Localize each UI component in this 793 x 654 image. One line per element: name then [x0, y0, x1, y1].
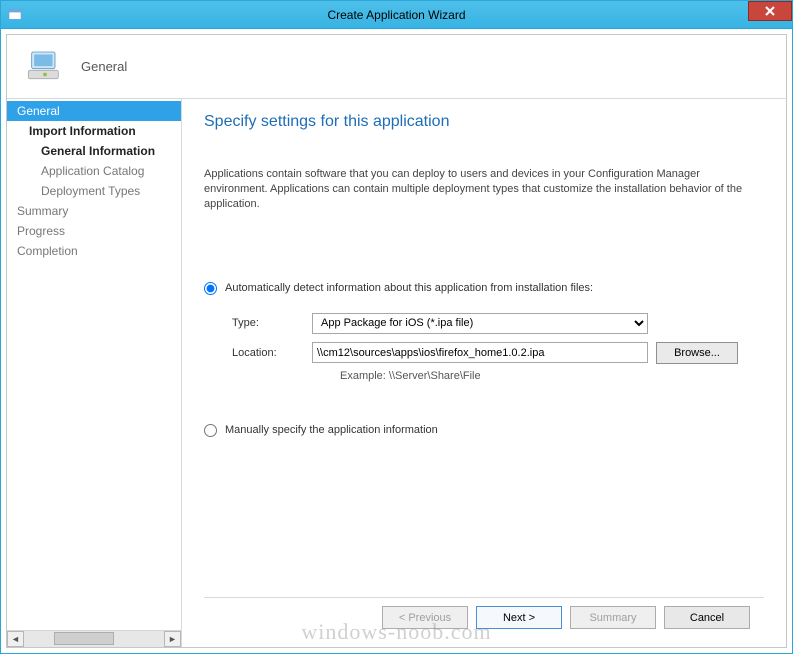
location-input[interactable] [312, 342, 648, 363]
nav-item-completion[interactable]: Completion [7, 241, 181, 261]
scroll-left-arrow[interactable]: ◄ [7, 631, 24, 647]
body: GeneralImport InformationGeneral Informa… [7, 99, 786, 647]
window-title: Create Application Wizard [327, 8, 465, 22]
location-example: Example: \\Server\Share\File [340, 370, 764, 382]
previous-button[interactable]: < Previous [382, 606, 468, 629]
nav-item-deployment-types[interactable]: Deployment Types [7, 181, 181, 201]
summary-button[interactable]: Summary [570, 606, 656, 629]
wizard-window: Create Application Wizard General Ge [0, 0, 793, 654]
nav-item-general-information[interactable]: General Information [7, 141, 181, 161]
nav-item-import-information[interactable]: Import Information [7, 121, 181, 141]
scroll-right-arrow[interactable]: ► [164, 631, 181, 647]
location-row: Location: Browse... [232, 342, 764, 364]
form-grid: Type: App Package for iOS (*.ipa file) L… [232, 313, 764, 382]
nav-item-progress[interactable]: Progress [7, 221, 181, 241]
main-title: Specify settings for this application [204, 113, 764, 131]
close-button[interactable] [748, 1, 792, 21]
cancel-button[interactable]: Cancel [664, 606, 750, 629]
radio-manual-label: Manually specify the application informa… [225, 424, 438, 436]
main-panel: Specify settings for this application Ap… [182, 99, 786, 647]
location-label: Location: [232, 347, 304, 359]
horizontal-scrollbar[interactable]: ◄ ► [7, 630, 181, 647]
titlebar: Create Application Wizard [1, 1, 792, 29]
nav-item-application-catalog[interactable]: Application Catalog [7, 161, 181, 181]
computer-icon [25, 47, 65, 87]
main-description: Applications contain software that you c… [204, 167, 764, 212]
content: General GeneralImport InformationGeneral… [6, 34, 787, 648]
nav-item-summary[interactable]: Summary [7, 201, 181, 221]
radio-manual[interactable]: Manually specify the application informa… [204, 424, 764, 437]
nav-item-general[interactable]: General [7, 101, 181, 121]
wizard-footer: < Previous Next > Summary Cancel [204, 597, 764, 637]
radio-auto-input[interactable] [204, 282, 217, 295]
radio-manual-input[interactable] [204, 424, 217, 437]
page-header: General [7, 35, 786, 99]
radio-auto-detect[interactable]: Automatically detect information about t… [204, 282, 764, 295]
nav-list: GeneralImport InformationGeneral Informa… [7, 99, 181, 630]
browse-button[interactable]: Browse... [656, 342, 738, 364]
sidebar: GeneralImport InformationGeneral Informa… [7, 99, 182, 647]
scroll-track[interactable] [24, 631, 164, 647]
scroll-thumb[interactable] [54, 632, 114, 645]
type-row: Type: App Package for iOS (*.ipa file) [232, 313, 764, 334]
type-label: Type: [232, 317, 304, 329]
next-button[interactable]: Next > [476, 606, 562, 629]
app-icon [7, 7, 23, 23]
type-select[interactable]: App Package for iOS (*.ipa file) [312, 313, 648, 334]
page-header-label: General [81, 59, 127, 74]
radio-auto-label: Automatically detect information about t… [225, 282, 593, 294]
